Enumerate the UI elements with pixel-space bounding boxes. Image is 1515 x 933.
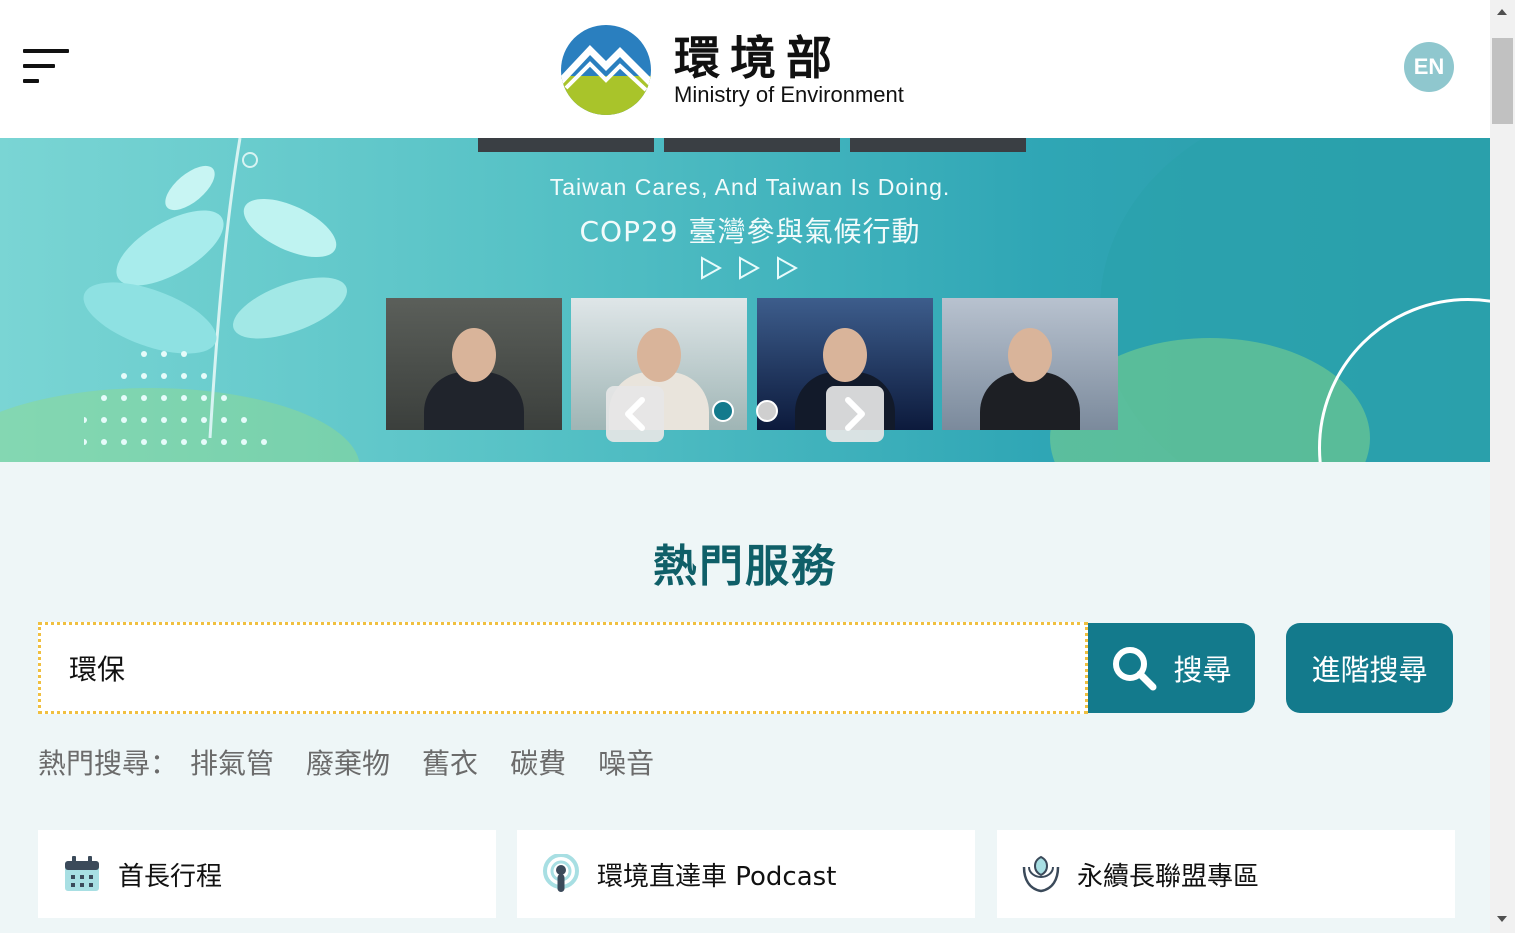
quick-link-label: 環境直達車 Podcast [597, 861, 837, 892]
popular-services-section: 熱門服務 搜尋 進階搜尋 熱門搜尋： 排氣管 廢棄物 舊衣 碳費 噪音 首長行程 [0, 462, 1490, 933]
hot-tag[interactable]: 廢棄物 [306, 742, 390, 782]
banner-tagline-en: Taiwan Cares, And Taiwan Is Doing. [549, 174, 951, 200]
scrollbar-thumb[interactable] [1492, 38, 1513, 124]
chevron-right-icon [845, 397, 865, 431]
slide-photo[interactable] [386, 298, 562, 430]
page-scrollbar[interactable] [1490, 0, 1515, 933]
hero-carousel: Taiwan Cares, And Taiwan Is Doing. COP29… [0, 138, 1490, 462]
quick-link-podcast[interactable]: 環境直達車 Podcast [517, 830, 975, 918]
search-button[interactable]: 搜尋 [1088, 623, 1255, 713]
ministry-logo-icon [561, 25, 651, 115]
play-arrows [700, 256, 798, 280]
carousel-next-button[interactable] [826, 386, 884, 442]
scroll-up-arrow-icon[interactable] [1497, 9, 1507, 15]
carousel-dot-2[interactable] [756, 400, 778, 422]
hot-search-row: 熱門搜尋： 排氣管 廢棄物 舊衣 碳費 噪音 [38, 740, 686, 784]
quick-link-label: 永續長聯盟專區 [1077, 861, 1260, 892]
hot-tag[interactable]: 噪音 [598, 742, 654, 782]
logo-title-en: Ministry of Environment [674, 82, 904, 107]
play-outline-icon [777, 256, 798, 280]
search-input[interactable] [38, 622, 1088, 714]
podcast-icon [541, 854, 581, 894]
dot-pattern-decoration [84, 351, 267, 445]
scroll-down-arrow-icon[interactable] [1497, 916, 1507, 922]
logo-title-zh: 環境部 [674, 31, 842, 85]
hot-tag[interactable]: 排氣管 [190, 742, 274, 782]
carousel-prev-button[interactable] [606, 386, 664, 442]
chevron-left-icon [625, 397, 645, 431]
slide-photo[interactable] [942, 298, 1118, 430]
carousel-dot-1[interactable] [712, 400, 734, 422]
search-icon [1113, 647, 1157, 691]
site-logo[interactable]: 環境部 Ministry of Environment [506, 22, 986, 116]
previous-slide-strip [478, 138, 1026, 152]
play-outline-icon [701, 256, 722, 280]
calendar-icon [62, 854, 102, 894]
quick-link-sustainability[interactable]: 永續長聯盟專區 [997, 830, 1455, 918]
leaf-hands-icon [1021, 854, 1061, 894]
hot-tag[interactable]: 碳費 [510, 742, 566, 782]
search-button-label: 搜尋 [1173, 653, 1232, 687]
quick-link-schedule[interactable]: 首長行程 [38, 830, 496, 918]
quick-link-label: 首長行程 [118, 861, 223, 892]
section-title: 熱門服務 [653, 541, 837, 592]
hot-search-label: 熱門搜尋： [38, 747, 179, 780]
language-toggle-button[interactable]: EN [1404, 42, 1454, 92]
banner-tagline-zh: COP29 臺灣參與氣候行動 [579, 215, 921, 248]
advanced-search-button[interactable]: 進階搜尋 [1286, 623, 1453, 713]
play-outline-icon [739, 256, 760, 280]
menu-button[interactable] [0, 12, 92, 122]
hot-tag[interactable]: 舊衣 [422, 742, 478, 782]
hamburger-menu-icon [23, 49, 69, 85]
site-header: 環境部 Ministry of Environment EN [0, 0, 1490, 138]
